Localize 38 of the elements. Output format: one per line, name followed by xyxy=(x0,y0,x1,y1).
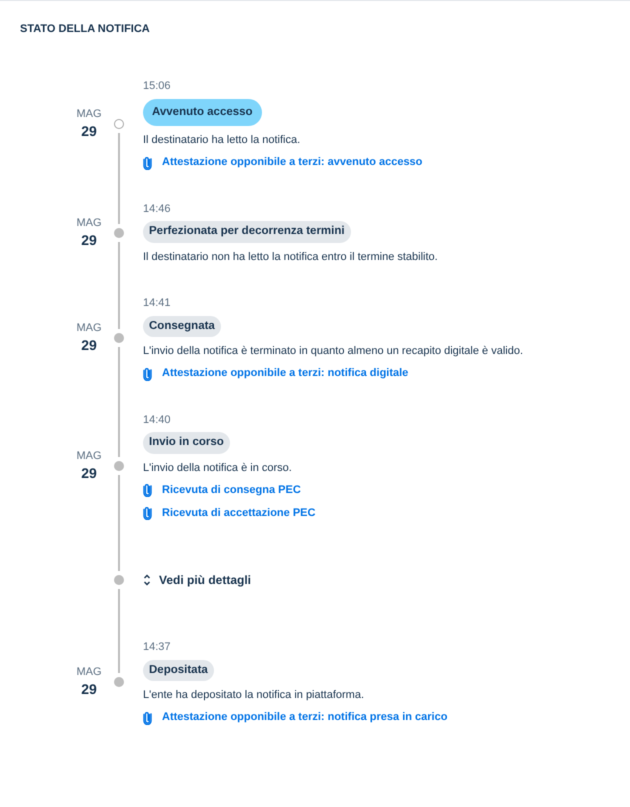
event-description: Il destinatario ha letto la notifica. xyxy=(143,132,300,148)
paperclip-icon xyxy=(143,156,152,170)
status-chip: Perfezionata per decorrenza termini xyxy=(143,221,351,242)
event-time: 14:40 xyxy=(143,412,171,428)
attachment-link[interactable]: Attestazione opponibile a terzi: avvenuto accesso xyxy=(143,154,422,171)
date-day: 29 xyxy=(81,230,97,250)
paperclip-icon xyxy=(143,483,152,498)
date-day: 29 xyxy=(81,121,97,142)
status-chip: Invio in corso xyxy=(143,432,230,454)
date-day: 29 xyxy=(81,463,97,484)
event-time: 14:46 xyxy=(143,202,171,217)
attachment-link[interactable]: Attestazione opponibile a terzi: notifica presa in carico xyxy=(143,709,448,726)
event-description: L'invio della notifica è in corso. xyxy=(143,460,292,476)
date-day: 29 xyxy=(81,679,97,700)
event-description: Il destinatario non ha letto la notifica entro il termine stabilito. xyxy=(143,250,438,264)
event-time: 14:37 xyxy=(143,640,171,655)
paperclip-icon xyxy=(143,710,152,724)
status-chip: Avvenuto accesso xyxy=(143,98,262,126)
more-details-button[interactable]: Vedi più dettagli xyxy=(143,571,252,589)
event-time: 15:06 xyxy=(143,79,171,94)
status-chip: Depositata xyxy=(143,660,214,681)
event-description: L'ente ha depositato la notifica in piattaforma. xyxy=(143,688,364,703)
status-chip: Consegnata xyxy=(143,316,221,337)
date-month: MAG xyxy=(76,665,102,680)
event-description: L'invio della notifica è terminato in quanto almeno un recapito digitale è valido. xyxy=(143,344,524,359)
date-month: MAG xyxy=(76,321,102,336)
event-time: 14:41 xyxy=(143,296,171,311)
attachment-link[interactable]: Ricevuta di consegna PEC xyxy=(143,482,301,498)
date-month: MAG xyxy=(76,216,102,230)
paperclip-icon xyxy=(143,506,152,520)
date-month: MAG xyxy=(76,449,102,464)
date-day: 29 xyxy=(81,335,97,356)
attachment-link[interactable]: Attestazione opponibile a terzi: notifica digitale xyxy=(143,365,408,382)
attachment-link[interactable]: Ricevuta di accettazione PEC xyxy=(143,504,316,521)
expand-icon xyxy=(143,574,151,586)
paperclip-icon xyxy=(143,366,152,380)
section-title: STATO DELLA NOTIFICA xyxy=(20,22,150,37)
date-month: MAG xyxy=(76,107,102,122)
